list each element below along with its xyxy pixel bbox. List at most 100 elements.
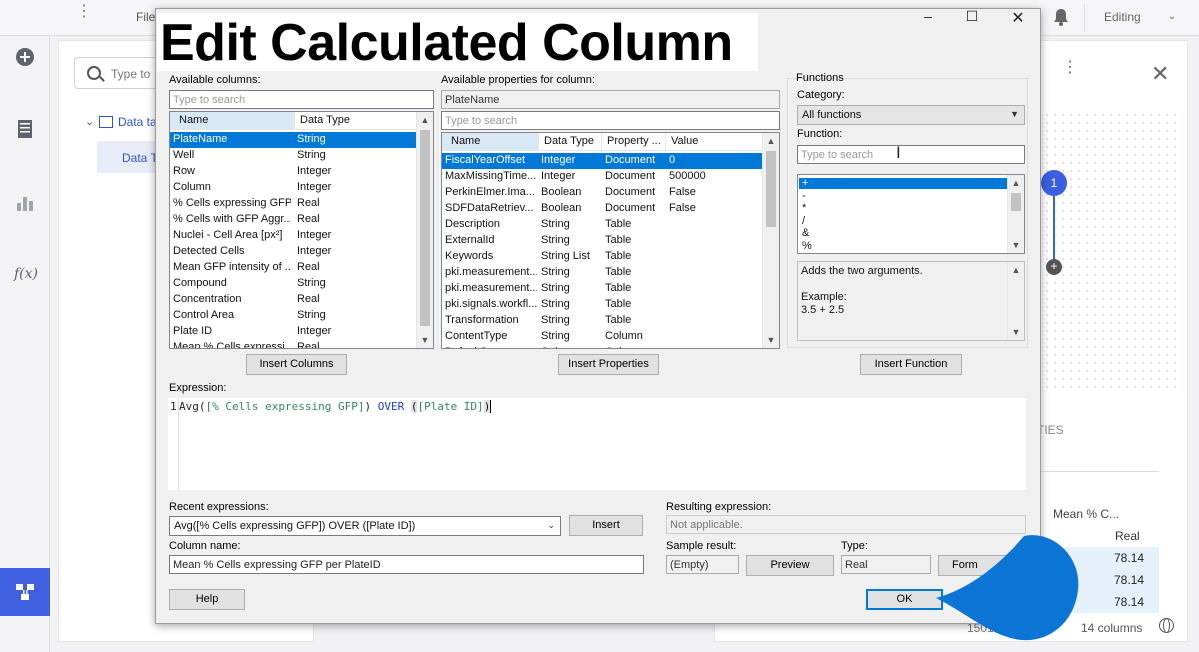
column-row[interactable]: Plate ID Integer <box>170 324 418 340</box>
minimize-icon[interactable]: – <box>918 8 938 24</box>
function-item[interactable]: / <box>799 215 1007 227</box>
column-name-input[interactable]: Mean % Cells expressing GFP per PlateID <box>169 555 644 574</box>
column-header-data-type[interactable]: Data Type <box>539 133 602 151</box>
step-badge[interactable]: 1 <box>1041 170 1067 196</box>
property-row[interactable]: Description String Table <box>442 217 763 233</box>
column-row[interactable]: PlateName String <box>170 132 418 148</box>
column-row-type: Integer <box>297 325 332 337</box>
column-row[interactable]: % Cells expressing GFP Real <box>170 196 418 212</box>
expression-editor[interactable]: 1 Avg([% Cells expressing GFP]) OVER ([P… <box>168 398 1026 490</box>
scroll-down-icon: ▼ <box>766 335 776 345</box>
recent-expressions-label: Recent expressions: <box>169 501 269 513</box>
column-row[interactable]: Compound String <box>170 276 418 292</box>
category-select[interactable]: All functions ▼ <box>797 105 1025 125</box>
column-header[interactable]: Mean % C... <box>1053 507 1119 521</box>
file-menu[interactable]: File <box>136 10 155 24</box>
column-row[interactable]: Concentration Real <box>170 292 418 308</box>
property-cell: pki.measurement... <box>445 266 537 278</box>
section-heading: TIES <box>1037 423 1064 437</box>
property-row[interactable]: pki.measurement... String Table <box>442 265 763 281</box>
app-menu-icon[interactable]: ⋮ <box>76 4 92 20</box>
function-icon[interactable]: f(x) <box>14 263 38 285</box>
add-step-icon[interactable]: + <box>1046 259 1062 275</box>
property-cell: False <box>669 202 696 214</box>
function-item[interactable]: & <box>799 228 1007 239</box>
property-row[interactable]: pki.measurement... String Table <box>442 281 763 297</box>
functions-scrollbar[interactable]: ▲ ▼ <box>1007 175 1024 253</box>
property-cell: Table <box>605 250 632 262</box>
column-row[interactable]: Well String <box>170 148 418 164</box>
property-cell: SDFDataRetriev... <box>445 202 534 214</box>
property-row[interactable]: ExternalId String Table <box>442 233 763 249</box>
visualizations-icon[interactable] <box>14 191 36 213</box>
property-cell: Column <box>605 330 643 342</box>
column-row[interactable]: Mean % Cells expressi... Real <box>170 340 418 348</box>
property-row[interactable]: ContentType String Column <box>442 329 763 345</box>
property-row[interactable]: DefaultS... String Column <box>442 345 763 348</box>
preview-button[interactable]: Preview <box>746 555 834 576</box>
column-header-property[interactable]: Property ... <box>602 133 666 151</box>
data-table-icon[interactable] <box>14 118 36 140</box>
columns-search-input[interactable]: Type to search <box>169 90 434 109</box>
functions-group-label: Functions <box>796 72 844 84</box>
functions-search-input[interactable]: Type to search <box>797 145 1025 164</box>
property-row[interactable]: Keywords String List Table <box>442 249 763 265</box>
property-row[interactable]: MaxMissingTime... Integer Document 500000 <box>442 169 763 185</box>
column-row[interactable]: Row Integer <box>170 164 418 180</box>
column-row[interactable]: Mean GFP intensity of ... Real <box>170 260 418 276</box>
data-canvas-button[interactable] <box>0 568 50 616</box>
available-properties-label: Available properties for column: <box>441 74 595 86</box>
chevron-down-icon[interactable]: ⌄ <box>85 115 94 128</box>
property-row[interactable]: SDFDataRetriev... Boolean Document False <box>442 201 763 217</box>
function-item[interactable]: % <box>799 240 1007 252</box>
column-row-type: Integer <box>297 181 332 193</box>
column-row[interactable]: Control Area String <box>170 308 418 324</box>
column-row-name: Plate ID <box>173 325 213 337</box>
function-item[interactable]: + <box>799 178 1007 189</box>
column-row[interactable]: % Cells with GFP Aggr... Real <box>170 212 418 228</box>
properties-scrollbar[interactable]: ▲ ▼ <box>762 133 779 348</box>
mode-dropdown[interactable]: Editing ⌄ <box>1084 4 1188 32</box>
description-scrollbar[interactable]: ▲ ▼ <box>1007 262 1024 340</box>
property-cell: Document <box>605 186 656 198</box>
function-item[interactable]: - <box>799 190 1007 202</box>
property-row[interactable]: PerkinElmer.Ima... Boolean Document False <box>442 185 763 201</box>
insert-properties-button[interactable]: Insert Properties <box>558 354 659 375</box>
property-row[interactable]: pki.signals.workfl... String Table <box>442 297 763 313</box>
column-row-name: Well <box>173 149 195 161</box>
example-value: 3.5 + 2.5 <box>801 304 845 316</box>
notifications-icon[interactable] <box>1053 8 1069 26</box>
property-cell: Table <box>605 282 632 294</box>
columns-scrollbar[interactable]: ▲ ▼ <box>416 112 433 348</box>
close-icon[interactable]: ✕ <box>1008 8 1028 28</box>
type-field: Real <box>841 555 931 574</box>
column-header-name[interactable]: Name <box>170 112 295 130</box>
insert-recent-button[interactable]: Insert <box>569 515 643 536</box>
column-row[interactable]: Column Integer <box>170 180 418 196</box>
add-icon[interactable] <box>14 46 36 68</box>
property-row[interactable]: Transformation String Table <box>442 313 763 329</box>
column-header-value[interactable]: Value <box>666 133 763 151</box>
properties-search-input[interactable]: Type to search <box>441 111 780 130</box>
column-header-data-type[interactable]: Data Type <box>295 112 418 130</box>
maximize-icon[interactable]: ☐ <box>962 8 982 25</box>
column-row[interactable]: Detected Cells Integer <box>170 244 418 260</box>
close-icon[interactable]: ✕ <box>1151 61 1169 87</box>
property-cell: Transformation <box>445 314 519 326</box>
property-cell: ExternalId <box>445 234 495 246</box>
property-row[interactable]: FiscalYearOffset Integer Document 0 <box>442 153 763 169</box>
help-button[interactable]: Help <box>169 589 245 610</box>
column-row-type: Real <box>297 261 320 273</box>
category-value: All functions <box>802 109 862 121</box>
globe-icon[interactable] <box>1159 618 1174 633</box>
insert-function-button[interactable]: Insert Function <box>860 354 962 375</box>
column-header-name[interactable]: Name <box>442 133 539 151</box>
property-cell: String <box>541 234 570 246</box>
recent-expressions-select[interactable]: Avg([% Cells expressing GFP]) OVER ([Pla… <box>169 516 561 536</box>
property-cell: Keywords <box>445 250 494 262</box>
insert-columns-button[interactable]: Insert Columns <box>246 354 347 375</box>
column-row[interactable]: Nuclei - Cell Area [px²] Integer <box>170 228 418 244</box>
functions-list: + - * / &% ▲ ▼ <box>797 174 1025 254</box>
function-item[interactable]: * <box>799 203 1007 214</box>
more-options-icon[interactable]: ⋮ <box>1062 60 1078 76</box>
